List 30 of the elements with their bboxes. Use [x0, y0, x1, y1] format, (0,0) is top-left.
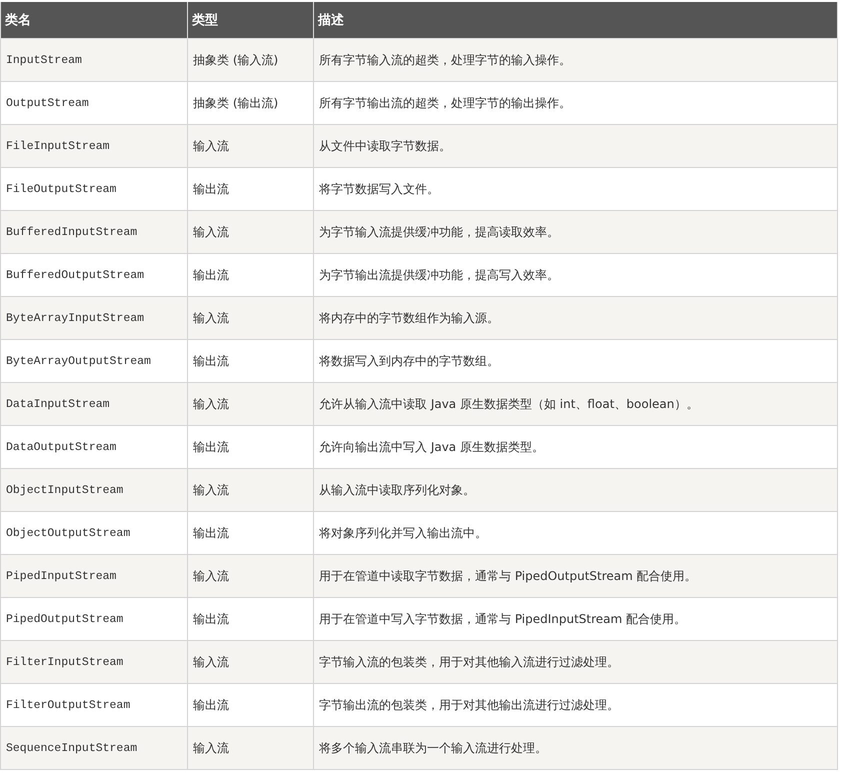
- type-cell: 抽象类 (输入流): [188, 38, 314, 82]
- type-cell: 输入流: [188, 296, 314, 340]
- description-cell: 为字节输入流提供缓冲功能，提高读取效率。: [314, 210, 838, 254]
- description-cell: 用于在管道中读取字节数据，通常与 PipedOutputStream 配合使用。: [314, 554, 838, 598]
- class-name-cell: ByteArrayInputStream: [0, 296, 188, 340]
- class-name-cell: PipedInputStream: [0, 554, 188, 598]
- type-cell: 输入流: [188, 210, 314, 254]
- description-header: 描述: [314, 2, 838, 38]
- class-name-cell: ObjectInputStream: [0, 468, 188, 512]
- class-name-cell: BufferedInputStream: [0, 210, 188, 254]
- class-name-cell: InputStream: [0, 38, 188, 82]
- class-name-cell: SequenceInputStream: [0, 726, 188, 770]
- class-name-cell: FilterInputStream: [0, 640, 188, 684]
- description-cell: 将内存中的字节数组作为输入源。: [314, 296, 838, 340]
- type-cell: 输入流: [188, 640, 314, 684]
- type-cell: 输入流: [188, 124, 314, 168]
- type-cell: 输入流: [188, 468, 314, 512]
- type-cell: 输入流: [188, 382, 314, 426]
- type-cell: 输入流: [188, 554, 314, 598]
- description-cell: 所有字节输入流的超类，处理字节的输入操作。: [314, 38, 838, 82]
- description-cell: 允许从输入流中读取 Java 原生数据类型（如 int、float、boolean）。: [314, 382, 838, 426]
- type-cell: 输入流: [188, 726, 314, 770]
- class-name-cell: FileInputStream: [0, 124, 188, 168]
- class-name-cell: DataInputStream: [0, 382, 188, 426]
- type-header: 类型: [188, 2, 314, 38]
- description-cell: 从文件中读取字节数据。: [314, 124, 838, 168]
- description-cell: 从输入流中读取序列化对象。: [314, 468, 838, 512]
- description-cell: 将多个输入流串联为一个输入流进行处理。: [314, 726, 838, 770]
- class-name-header: 类名: [0, 2, 188, 38]
- description-cell: 字节输入流的包装类，用于对其他输入流进行过滤处理。: [314, 640, 838, 684]
